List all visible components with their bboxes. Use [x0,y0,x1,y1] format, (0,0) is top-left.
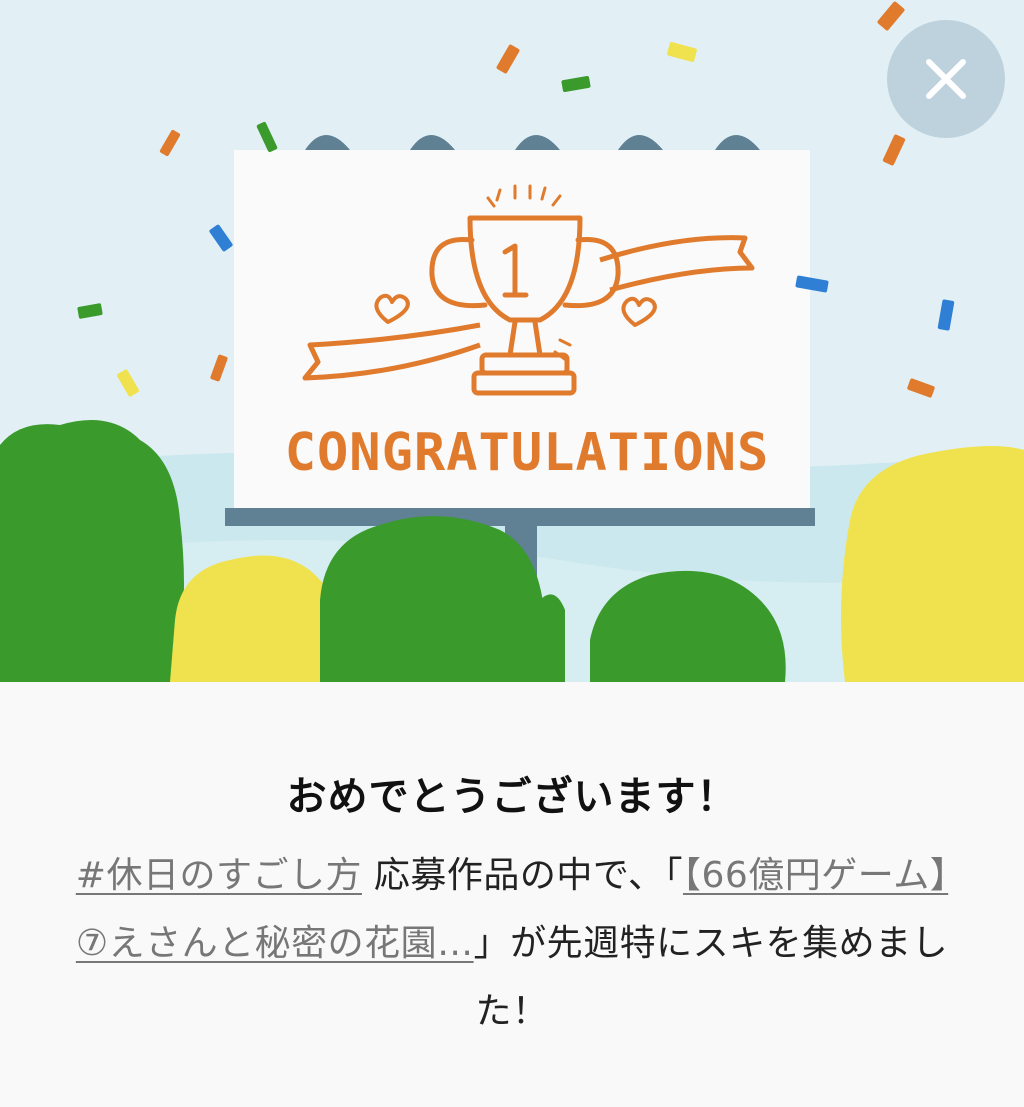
message-middle: 応募作品の中で、「 [361,855,683,896]
result-message: #休日のすごし方 応募作品の中で、「【66億円ゲーム】⑦えさんと秘密の花園…」が… [70,842,954,1046]
hashtag-link[interactable]: #休日のすごし方 [76,855,362,896]
close-icon[interactable] [887,20,1005,138]
congratulations-illustration: CONGRATULATIONS 1 [0,0,1024,682]
message-end: 」が先週特にスキを集めました！ [473,923,949,1032]
close-button[interactable] [887,20,1005,138]
billboard-scene: CONGRATULATIONS 1 [0,0,1024,682]
result-panel: おめでとうございます！ #休日のすごし方 応募作品の中で、「【66億円ゲーム】⑦… [0,682,1024,1107]
congratulations-title: おめでとうございます！ [286,774,738,820]
congratulations-text: CONGRATULATIONS [285,423,770,483]
